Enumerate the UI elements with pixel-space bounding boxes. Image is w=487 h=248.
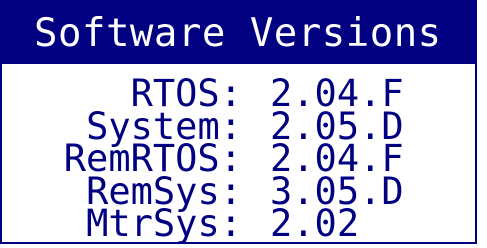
version-value: 2.02 — [270, 202, 360, 244]
software-versions-screen: Software Versions RTOS: 2.04.F System: 2… — [0, 0, 477, 244]
versions-list: RTOS: 2.04.F System: 2.05.D RemRTOS: 2.0… — [2, 75, 475, 244]
title-bar: Software Versions — [2, 2, 475, 66]
version-row-mtrsys: MtrSys: 2.02 — [2, 202, 475, 244]
page-title: Software Versions — [34, 11, 442, 56]
version-label: MtrSys: — [86, 202, 242, 244]
